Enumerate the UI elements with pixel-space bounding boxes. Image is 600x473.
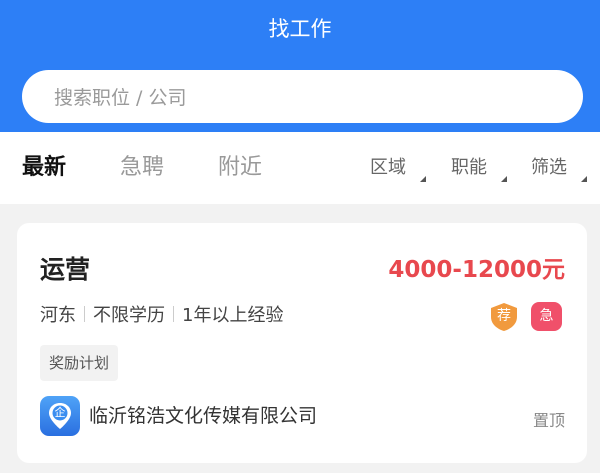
tab-nearby[interactable]: 附近: [218, 152, 262, 184]
tab-urgent[interactable]: 急聘: [120, 152, 164, 184]
job-location: 河东: [40, 305, 76, 326]
app-header: 找工作: [0, 0, 600, 132]
filter-region[interactable]: 区域: [370, 154, 406, 182]
filter-bar: 最新 急聘 附近 区域 职能 筛选: [0, 132, 600, 204]
pinned-label: 置顶: [532, 411, 565, 430]
company-logo-icon: 企: [40, 396, 80, 436]
search-bar[interactable]: [22, 70, 583, 125]
function-caret-icon: [501, 176, 507, 182]
job-title: 运营: [40, 255, 91, 284]
company-logo-glyph: 企: [54, 406, 66, 419]
filter-function[interactable]: 职能: [451, 154, 487, 182]
filter-more[interactable]: 筛选: [531, 154, 567, 182]
search-input[interactable]: [52, 70, 556, 125]
job-education: 不限学历: [93, 305, 165, 326]
job-card[interactable]: 运营 4000-12000元 河东 不限学历 1年以上经验 荐 急 奖励计划 企: [17, 223, 587, 463]
region-caret-icon: [420, 176, 426, 182]
job-experience: 1年以上经验: [182, 305, 284, 326]
tab-latest[interactable]: 最新: [22, 152, 66, 184]
meta-divider: [84, 306, 85, 322]
page-title: 找工作: [268, 17, 332, 41]
company-name[interactable]: 临沂铭浩文化传媒有限公司: [89, 401, 317, 431]
filter-caret-icon: [581, 176, 587, 182]
recommend-badge: 荐: [489, 302, 519, 332]
urgent-badge: 急: [531, 302, 562, 331]
benefit-tag: 奖励计划: [40, 345, 119, 381]
job-meta: 河东 不限学历 1年以上经验: [40, 300, 283, 328]
job-salary: 4000-12000元: [388, 257, 565, 283]
recommend-badge-label: 荐: [497, 308, 511, 324]
meta-divider: [173, 306, 174, 322]
